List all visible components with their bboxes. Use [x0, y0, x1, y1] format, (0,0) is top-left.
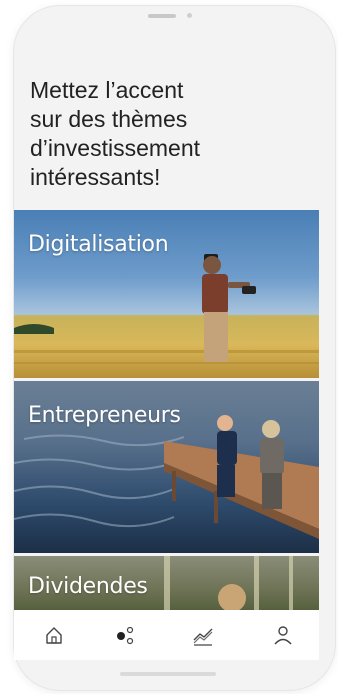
home-icon	[46, 627, 62, 644]
nav-home-button[interactable]	[39, 620, 69, 650]
nav-profile-button[interactable]	[268, 620, 298, 650]
theme-card-digitalisation[interactable]: Digitalisation	[14, 210, 319, 378]
profile-icon	[274, 626, 292, 645]
theme-card-dividendes[interactable]: Dividendes	[14, 556, 319, 610]
nav-themes-button[interactable]	[110, 620, 140, 650]
chart-icon	[193, 628, 213, 646]
themes-icon	[117, 626, 134, 645]
headline-line-2: sur des thèmes	[30, 106, 188, 132]
theme-label-entrepreneurs: Entrepreneurs	[28, 403, 181, 428]
theme-label-digitalisation: Digitalisation	[28, 232, 169, 257]
home-indicator	[120, 672, 216, 676]
nav-chart-button[interactable]	[188, 620, 218, 650]
phone-notch	[99, 6, 233, 34]
headline-line-1: Mettez l’accent	[30, 77, 184, 103]
theme-label-dividendes: Dividendes	[28, 574, 148, 599]
headline-line-3: d’investissement	[30, 135, 201, 161]
speaker	[148, 14, 176, 18]
headline-line-4: intéressants!	[30, 164, 161, 190]
bottom-navigation	[14, 610, 319, 660]
page-headline: Mettez l’accent sur des thèmes d’investi…	[30, 76, 270, 192]
camera	[187, 13, 192, 18]
theme-card-entrepreneurs[interactable]: Entrepreneurs	[14, 381, 319, 553]
